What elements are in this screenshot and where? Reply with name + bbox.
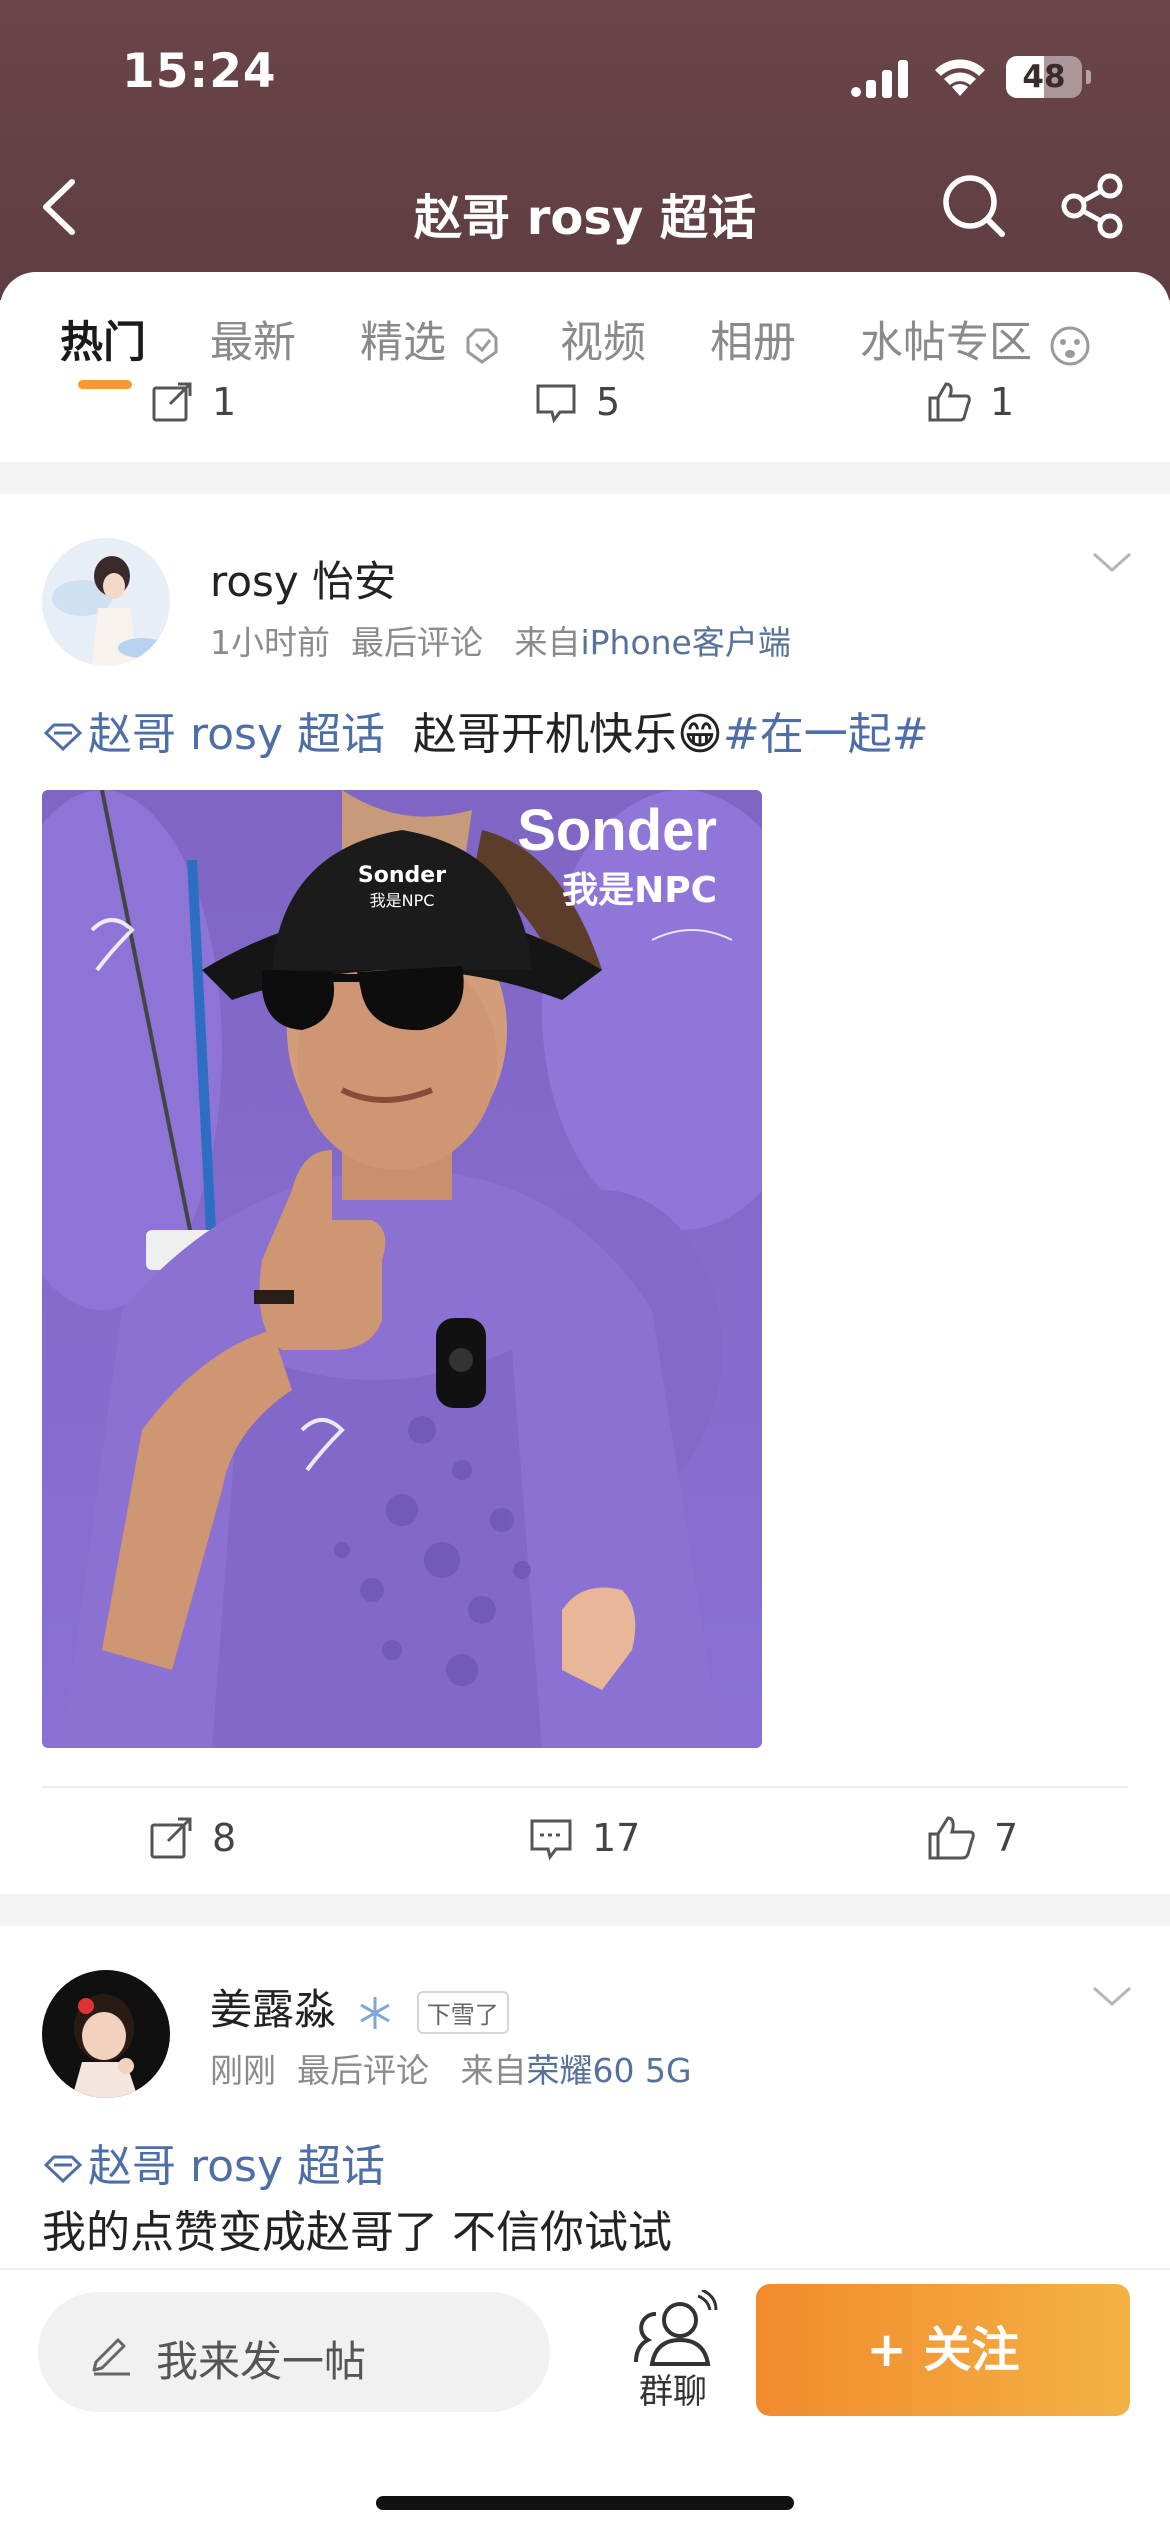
battery-indicator: 48 [1006, 56, 1092, 98]
snowflake-icon [360, 1996, 391, 2029]
group-chat-icon[interactable] [628, 2290, 718, 2370]
tab-hot[interactable]: 热门 [60, 308, 146, 370]
repost-button[interactable]: 8 [148, 1788, 236, 1888]
username[interactable]: 姜露淼 下雪了 [210, 1976, 509, 2037]
wifi-icon [935, 59, 985, 96]
photo-brand-text: Sonder [517, 798, 717, 863]
comment-button[interactable]: 5 [534, 372, 620, 432]
comment-icon [530, 1819, 572, 1861]
avatar[interactable] [42, 538, 170, 666]
featured-badge-icon [466, 328, 498, 364]
super-topic-icon [43, 723, 83, 752]
group-chat-label[interactable]: 群聊 [628, 2364, 718, 2413]
avatar[interactable] [42, 1970, 170, 2098]
post-source[interactable]: 荣耀60 5G [526, 2051, 691, 2090]
super-topic-icon [43, 2155, 83, 2184]
username[interactable]: rosy 怡安 [210, 548, 396, 609]
post-card: 姜露淼 下雪了 刚刚 最后评论 来自荣耀60 5G 赵哥 rosy 超话 我的点… [0, 1926, 1170, 2268]
page-title: 赵哥 rosy 超话 [414, 190, 756, 246]
like-button[interactable]: 7 [926, 1788, 1018, 1888]
follow-button[interactable]: + 关注 [756, 2284, 1130, 2416]
section-separator [0, 462, 1170, 494]
tab-video[interactable]: 视频 [560, 308, 646, 370]
search-icon[interactable] [940, 172, 1008, 240]
chevron-down-icon[interactable] [1090, 1982, 1134, 2012]
post-meta: 刚刚 最后评论 来自荣耀60 5G [210, 2051, 692, 2090]
like-count: 7 [994, 1816, 1019, 1860]
prev-post-actions: 1 5 1 [0, 372, 1170, 432]
pencil-icon [92, 2338, 130, 2376]
battery-level: 48 [1022, 59, 1066, 95]
post-source[interactable]: iPhone客户端 [580, 623, 790, 662]
repost-icon [150, 1817, 192, 1859]
section-separator [0, 1894, 1170, 1926]
tab-album[interactable]: 相册 [710, 308, 796, 370]
repost-count: 8 [212, 1816, 237, 1860]
photo-caption-text: 我是NPC [562, 870, 717, 911]
topic-link[interactable]: 赵哥 rosy 超话 [42, 709, 385, 760]
grin-emoji: 😁 [676, 709, 723, 760]
status-bar: 15:24 48 [0, 0, 1170, 150]
repost-icon [152, 382, 192, 422]
post-photo[interactable]: Sonder 我是NPC Sonder 我是NPC [42, 790, 762, 1748]
tab-featured[interactable]: 精选 [360, 308, 502, 370]
like-icon [928, 1816, 975, 1860]
hat-brand-text: Sonder [358, 863, 446, 888]
tab-water-posts[interactable]: 水帖专区 [860, 308, 1092, 370]
status-time: 15:24 [122, 44, 277, 99]
post-text: 我的点赞变成赵哥了 不信你试试 [42, 2207, 672, 2258]
avatar-image [42, 1970, 170, 2098]
status-badge: 下雪了 [416, 1991, 509, 2034]
hat-caption-text: 我是NPC [370, 891, 435, 910]
avatar-image [42, 538, 170, 666]
photo-illustration: Sonder 我是NPC Sonder 我是NPC [42, 790, 762, 1748]
comment-button[interactable]: 17 [528, 1788, 640, 1888]
compose-post-input[interactable]: 我来发一帖 [38, 2292, 550, 2412]
post-text: 赵哥 rosy 超话 赵哥开机快乐😁#在一起# [42, 698, 929, 762]
bottom-bar: 我来发一帖 群聊 + 关注 [0, 2268, 1170, 2532]
post-actions: 8 17 7 [0, 1788, 1170, 1888]
like-icon [928, 382, 971, 422]
share-icon[interactable] [1060, 172, 1126, 240]
emoji-face-icon [1050, 326, 1090, 365]
compose-placeholder: 我来发一帖 [156, 2337, 367, 2386]
back-icon[interactable] [28, 172, 88, 242]
repost-button[interactable]: 1 [150, 372, 236, 432]
chevron-down-icon[interactable] [1090, 548, 1134, 578]
cellular-signal-icon [851, 60, 908, 98]
comment-count: 17 [592, 1816, 641, 1860]
post-meta: 1小时前 最后评论 来自iPhone客户端 [210, 623, 791, 662]
topic-line: 赵哥 rosy 超话 [42, 2130, 385, 2194]
tab-latest[interactable]: 最新 [210, 308, 296, 370]
topic-link[interactable]: 赵哥 rosy 超话 [42, 2141, 385, 2192]
hashtag-link[interactable]: #在一起# [723, 709, 929, 760]
comment-icon [536, 384, 576, 424]
like-button[interactable]: 1 [926, 372, 1014, 432]
home-indicator [376, 2496, 794, 2510]
